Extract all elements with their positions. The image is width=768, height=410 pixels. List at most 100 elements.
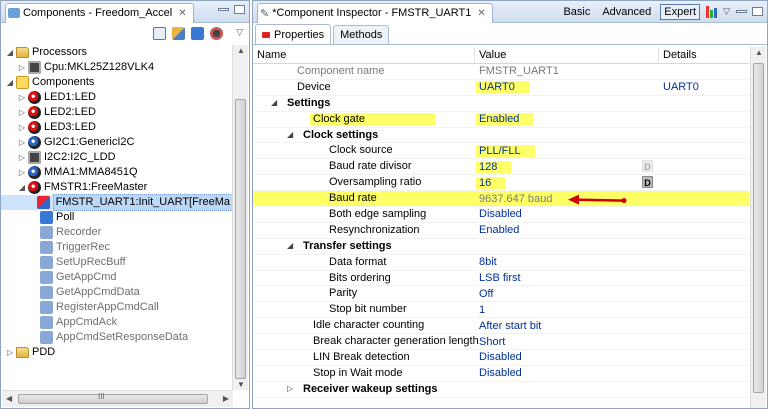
- chart-icon[interactable]: [706, 5, 718, 18]
- tree-item[interactable]: RegisterAppCmdCall: [1, 300, 233, 315]
- tree-item[interactable]: ◢ FMSTR1:FreeMaster: [1, 180, 233, 195]
- expand-icon[interactable]: ▷: [287, 384, 293, 393]
- collapse-icon[interactable]: ◢: [287, 130, 293, 139]
- view-menu-icon[interactable]: ▽: [236, 27, 243, 38]
- tab-components[interactable]: Components - Freedom_Accel ✕: [5, 2, 194, 23]
- tree-item[interactable]: GetAppCmd: [1, 270, 233, 285]
- scrollbar-thumb[interactable]: [18, 394, 208, 404]
- tree-item[interactable]: AppCmdSetResponseData: [1, 330, 233, 345]
- property-row[interactable]: Clock gate Enabled: [253, 112, 749, 128]
- mode-basic-button[interactable]: Basic: [560, 5, 593, 19]
- property-value-cell[interactable]: 8bit: [475, 255, 659, 270]
- property-value-cell[interactable]: After start bit: [475, 318, 659, 333]
- tree-item[interactable]: ▷ GI2C1:GenericI2C: [1, 135, 233, 150]
- property-value-cell[interactable]: Disabled: [475, 350, 659, 365]
- expand-icon[interactable]: ▷: [17, 150, 27, 165]
- property-row[interactable]: Component name FMSTR_UART1: [253, 64, 749, 80]
- property-row[interactable]: Device UART0 UART0: [253, 80, 749, 96]
- expand-icon[interactable]: ▷: [17, 120, 27, 135]
- tree-item[interactable]: ▷ LED3:LED: [1, 120, 233, 135]
- tree-item[interactable]: ▷ LED1:LED: [1, 90, 233, 105]
- property-value-cell[interactable]: LSB first: [475, 271, 659, 286]
- property-row[interactable]: Parity Off: [253, 286, 749, 303]
- property-row[interactable]: Oversampling ratio 16 D: [253, 175, 749, 192]
- property-value-cell[interactable]: FMSTR_UART1: [475, 64, 659, 79]
- view-menu-icon[interactable]: ▽: [723, 6, 730, 17]
- collapse-icon[interactable]: ◢: [271, 98, 277, 107]
- property-value-cell[interactable]: Enabled: [475, 223, 659, 238]
- property-value-cell[interactable]: PLL/FLL: [475, 143, 659, 158]
- collapse-icon[interactable]: ◢: [5, 75, 15, 90]
- expand-icon[interactable]: ▷: [17, 135, 27, 150]
- property-value-cell[interactable]: Off: [475, 286, 659, 301]
- scroll-up-icon[interactable]: ▲: [755, 48, 763, 57]
- property-row[interactable]: ◢ Clock settings: [253, 128, 749, 144]
- maximize-icon[interactable]: [752, 7, 763, 16]
- tab-component-inspector[interactable]: ✎ *Component Inspector - FMSTR_UART1 ✕: [257, 2, 493, 23]
- close-icon[interactable]: ✕: [477, 8, 485, 19]
- minimize-icon[interactable]: [736, 10, 747, 13]
- tree-item[interactable]: ▷ Cpu:MKL25Z128VLK4: [1, 60, 233, 75]
- property-row[interactable]: Clock source PLL/FLL: [253, 143, 749, 160]
- scroll-up-icon[interactable]: ▲: [237, 46, 245, 55]
- scrollbar-thumb[interactable]: [235, 99, 246, 379]
- expand-icon[interactable]: ▷: [17, 165, 27, 180]
- properties-vertical-scrollbar[interactable]: ▲: [750, 47, 766, 408]
- column-header-details[interactable]: Details: [659, 47, 749, 63]
- property-row[interactable]: Baud rate 9637.647 baud: [253, 191, 749, 208]
- scroll-left-icon[interactable]: ◀: [6, 394, 12, 403]
- property-row[interactable]: Bits ordering LSB first: [253, 271, 749, 287]
- folder-open-icon[interactable]: [191, 26, 204, 40]
- property-value-cell[interactable]: 1: [475, 302, 659, 317]
- property-row[interactable]: ◢ Settings: [253, 96, 749, 112]
- tree-item[interactable]: Poll: [1, 210, 233, 225]
- tree-item[interactable]: ◢ Processors: [1, 45, 233, 60]
- link-with-editor-icon[interactable]: [172, 26, 185, 40]
- property-row[interactable]: Baud rate divisor 128 D: [253, 159, 749, 176]
- property-value-cell[interactable]: [475, 239, 659, 254]
- property-row[interactable]: Stop in Wait mode Disabled: [253, 366, 749, 382]
- tree-item[interactable]: ▷ LED2:LED: [1, 105, 233, 120]
- property-value-cell[interactable]: Disabled: [475, 207, 659, 222]
- property-value-cell[interactable]: [475, 382, 659, 397]
- collapse-icon[interactable]: ◢: [287, 241, 293, 250]
- column-header-name[interactable]: Name: [253, 47, 475, 63]
- column-header-value[interactable]: Value: [475, 47, 659, 63]
- mode-expert-button[interactable]: Expert: [660, 3, 701, 20]
- tree-item[interactable]: TriggerRec: [1, 240, 233, 255]
- tree-horizontal-scrollbar[interactable]: ◀ III ▶: [2, 390, 233, 407]
- property-value-cell[interactable]: 128 D: [475, 159, 659, 174]
- property-value-cell[interactable]: UART0: [475, 80, 659, 95]
- property-row[interactable]: Idle character counting After start bit: [253, 318, 749, 335]
- tree-item[interactable]: ▷ I2C2:I2C_LDD: [1, 150, 233, 165]
- tree-item[interactable]: AppCmdAck: [1, 315, 233, 330]
- property-value-cell[interactable]: Disabled: [475, 366, 659, 381]
- scroll-down-icon[interactable]: ▼: [237, 380, 245, 389]
- tree-item[interactable]: ▷ MMA1:MMA8451Q: [1, 165, 233, 180]
- expand-icon[interactable]: ▷: [17, 90, 27, 105]
- tab-properties[interactable]: Properties: [255, 24, 332, 44]
- tree-item[interactable]: ◢ Components: [1, 75, 233, 90]
- property-row[interactable]: Both edge sampling Disabled: [253, 207, 749, 223]
- collapse-icon[interactable]: ◢: [5, 45, 15, 60]
- expand-icon[interactable]: ▷: [17, 105, 27, 120]
- property-value-cell[interactable]: Enabled: [475, 112, 659, 127]
- tree-item[interactable]: Recorder: [1, 225, 233, 240]
- maximize-icon[interactable]: [234, 5, 245, 14]
- close-icon[interactable]: ✕: [178, 8, 186, 19]
- component-settings-icon[interactable]: [210, 26, 223, 40]
- minimize-icon[interactable]: [218, 8, 229, 11]
- collapse-all-icon[interactable]: [153, 26, 166, 40]
- collapse-icon[interactable]: ◢: [17, 180, 27, 195]
- property-row[interactable]: Break character generation length Short: [253, 334, 749, 351]
- display-format-button[interactable]: D: [642, 176, 653, 189]
- property-row[interactable]: ▷ Receiver wakeup settings: [253, 382, 749, 398]
- property-row[interactable]: Data format 8bit: [253, 255, 749, 271]
- property-row[interactable]: ◢ Transfer settings: [253, 239, 749, 255]
- property-row[interactable]: Stop bit number 1: [253, 302, 749, 319]
- mode-advanced-button[interactable]: Advanced: [599, 5, 654, 19]
- expand-icon[interactable]: ▷: [5, 345, 15, 360]
- display-format-button[interactable]: D: [642, 160, 653, 173]
- scroll-right-icon[interactable]: ▶: [223, 394, 229, 403]
- tree-item[interactable]: FMSTR_UART1:Init_UART[FreeMa: [1, 194, 233, 211]
